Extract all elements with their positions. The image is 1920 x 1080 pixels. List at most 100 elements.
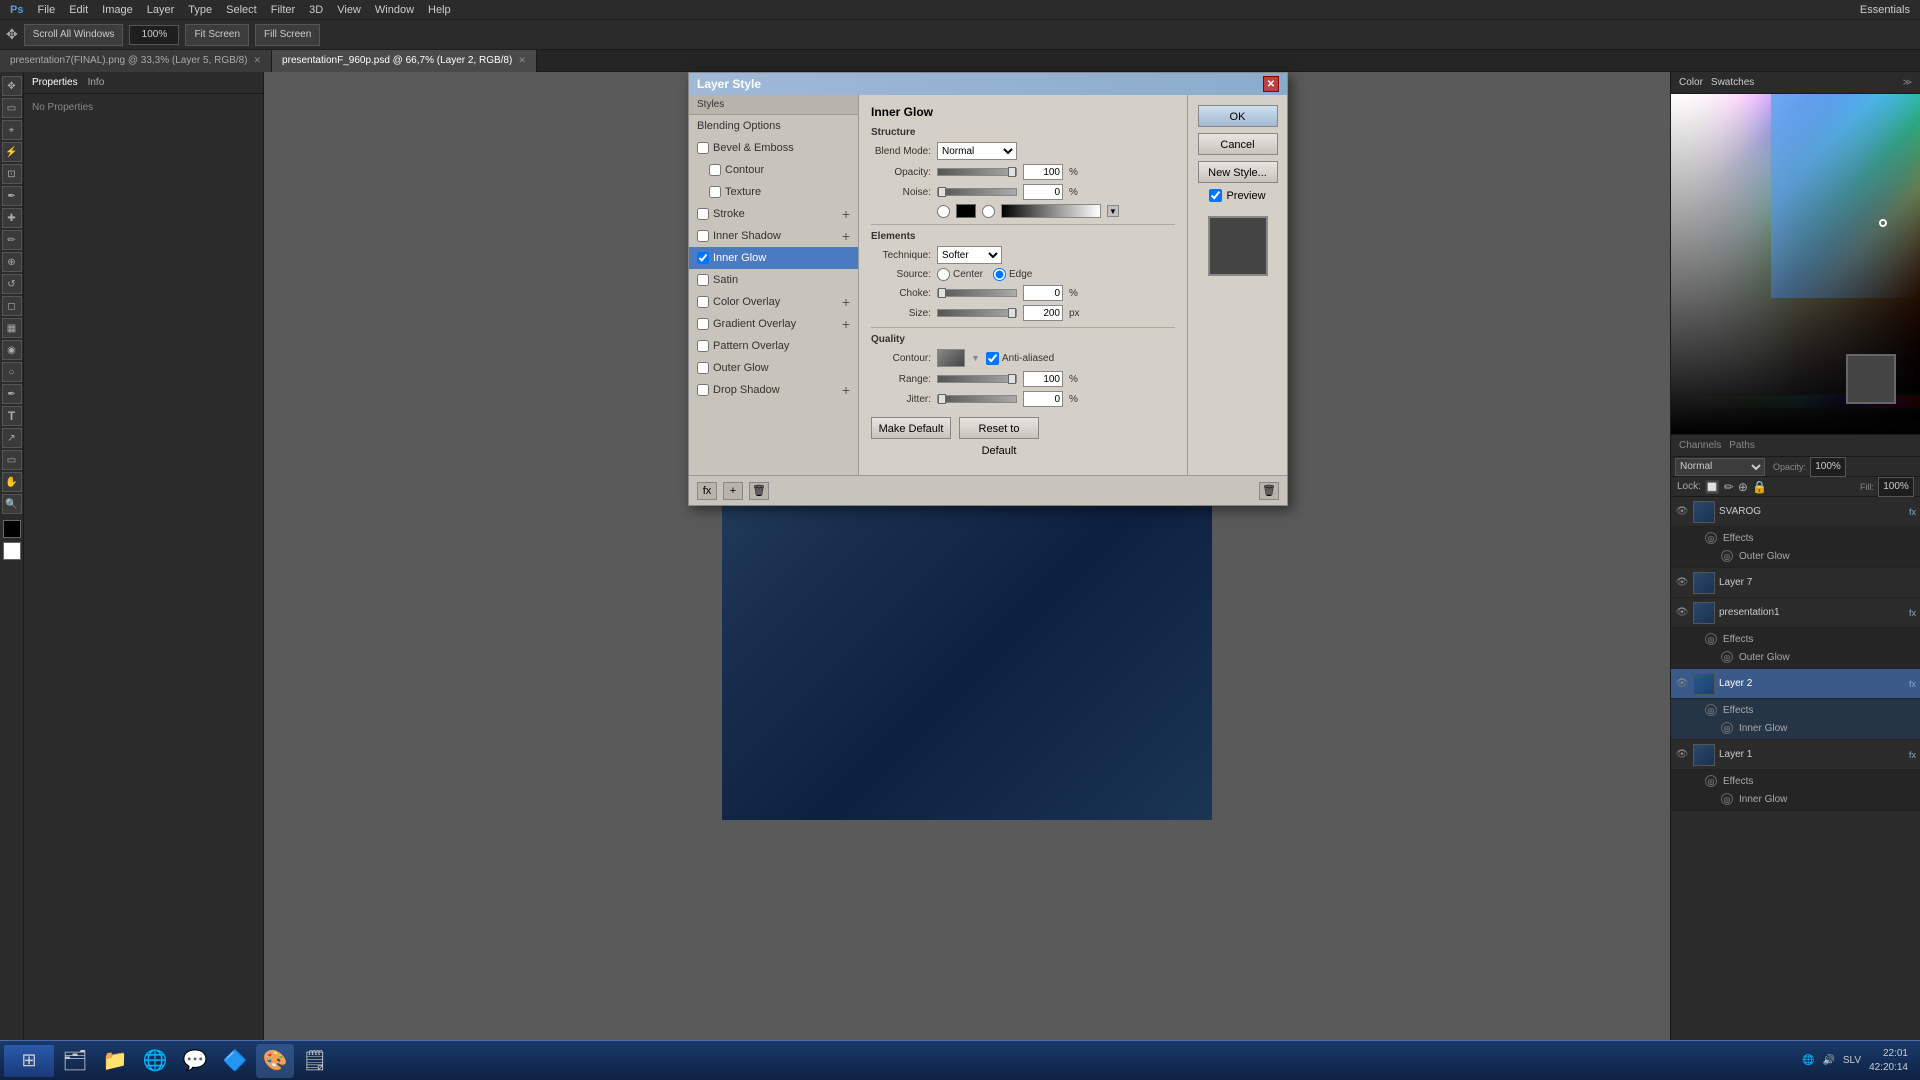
layer-2[interactable]: 👁 Layer 2 fx: [1671, 669, 1920, 699]
layer7-visibility[interactable]: 👁: [1675, 576, 1689, 590]
blend-mode-dropdown[interactable]: Normal: [937, 142, 1017, 160]
svarog-effects-eye[interactable]: ◎: [1705, 532, 1717, 544]
tool-heal[interactable]: ✚: [2, 208, 22, 228]
preview-checkbox[interactable]: [1209, 189, 1222, 202]
tool-eraser[interactable]: ◻: [2, 296, 22, 316]
color-overlay-checkbox[interactable]: [697, 296, 709, 308]
lock-image-icon[interactable]: ✏: [1724, 480, 1734, 494]
menu-filter[interactable]: Filter: [265, 2, 301, 18]
cancel-button[interactable]: Cancel: [1198, 133, 1278, 155]
lock-transparency-icon[interactable]: 🔲: [1705, 480, 1720, 494]
taskbar-app-photoshop[interactable]: 🎨: [256, 1044, 294, 1078]
bevel-emboss-checkbox[interactable]: [697, 142, 709, 154]
collapse-icon[interactable]: ≫: [1903, 77, 1912, 88]
info-tab[interactable]: Info: [88, 77, 105, 88]
layer-style-dialog[interactable]: Layer Style ✕ Styles Blending Options Be…: [688, 72, 1288, 506]
layer2-effects-eye[interactable]: ◎: [1705, 704, 1717, 716]
gradient-overlay-plus[interactable]: +: [842, 316, 850, 332]
layer1-inner-glow-eye[interactable]: ◎: [1721, 793, 1733, 805]
lock-position-icon[interactable]: ⊕: [1738, 480, 1748, 494]
opacity-input[interactable]: 100%: [1810, 457, 1846, 477]
tool-crop[interactable]: ⊡: [2, 164, 22, 184]
lock-all-icon[interactable]: 🔒: [1752, 480, 1767, 494]
jitter-value[interactable]: 0: [1023, 391, 1063, 407]
menu-edit[interactable]: Edit: [63, 2, 94, 18]
tool-zoom[interactable]: 🔍: [2, 494, 22, 514]
outer-glow-checkbox[interactable]: [697, 362, 709, 374]
inner-shadow-checkbox[interactable]: [697, 230, 709, 242]
gradient-radio[interactable]: [982, 205, 995, 218]
stroke-checkbox[interactable]: [697, 208, 709, 220]
stroke-item[interactable]: Stroke +: [689, 203, 858, 225]
menu-select[interactable]: Select: [220, 2, 263, 18]
tool-lasso[interactable]: ⌖: [2, 120, 22, 140]
texture-item[interactable]: Texture: [689, 181, 858, 203]
fill-input[interactable]: 100%: [1878, 477, 1914, 497]
drop-shadow-checkbox[interactable]: [697, 384, 709, 396]
tool-blur[interactable]: ◉: [2, 340, 22, 360]
add-style-icon[interactable]: +: [723, 482, 743, 500]
noise-value[interactable]: 0: [1023, 184, 1063, 200]
ok-button[interactable]: OK: [1198, 105, 1278, 127]
new-style-button[interactable]: New Style...: [1198, 161, 1278, 183]
drop-shadow-item[interactable]: Drop Shadow +: [689, 379, 858, 401]
menu-layer[interactable]: Layer: [141, 2, 181, 18]
contour-preview[interactable]: [937, 349, 965, 367]
inner-glow-item[interactable]: Inner Glow: [689, 247, 858, 269]
inner-glow-checkbox[interactable]: [697, 252, 709, 264]
range-slider[interactable]: [937, 375, 1017, 383]
noise-slider[interactable]: [937, 188, 1017, 196]
tool-hand[interactable]: ✋: [2, 472, 22, 492]
foreground-color[interactable]: [3, 520, 21, 538]
layer2-visibility[interactable]: 👁: [1675, 677, 1689, 691]
pres1-visibility[interactable]: 👁: [1675, 606, 1689, 620]
tool-move[interactable]: ✥: [2, 76, 22, 96]
contour-checkbox[interactable]: [709, 164, 721, 176]
tab-0[interactable]: presentation7(FINAL).png @ 33,3% (Layer …: [0, 50, 272, 72]
svarog-visibility[interactable]: 👁: [1675, 505, 1689, 519]
size-value[interactable]: 200: [1023, 305, 1063, 321]
range-value[interactable]: 100: [1023, 371, 1063, 387]
satin-checkbox[interactable]: [697, 274, 709, 286]
scroll-all-windows-btn[interactable]: Scroll All Windows: [24, 24, 124, 46]
layer-1[interactable]: 👁 Layer 1 fx: [1671, 740, 1920, 770]
edge-radio[interactable]: [993, 268, 1006, 281]
choke-thumb[interactable]: [938, 288, 946, 298]
pattern-overlay-checkbox[interactable]: [697, 340, 709, 352]
edge-label[interactable]: Edge: [993, 268, 1032, 281]
taskbar-app-chrome[interactable]: 🌐: [136, 1044, 174, 1078]
gradient-overlay-item[interactable]: Gradient Overlay +: [689, 313, 858, 335]
technique-dropdown[interactable]: Softer: [937, 246, 1002, 264]
opacity-slider[interactable]: [937, 168, 1017, 176]
tool-wand[interactable]: ⚡: [2, 142, 22, 162]
fit-screen-btn[interactable]: Fit Screen: [185, 24, 249, 46]
size-thumb[interactable]: [1008, 308, 1016, 318]
paths-tab[interactable]: Paths: [1729, 440, 1755, 451]
layer1-visibility[interactable]: 👁: [1675, 748, 1689, 762]
tool-history[interactable]: ↺: [2, 274, 22, 294]
tool-path-select[interactable]: ↗: [2, 428, 22, 448]
menu-window[interactable]: Window: [369, 2, 420, 18]
color-picker-field[interactable]: [1671, 94, 1920, 394]
menu-help[interactable]: Help: [422, 2, 457, 18]
pattern-overlay-item[interactable]: Pattern Overlay: [689, 335, 858, 357]
svarog-outer-glow-eye[interactable]: ◎: [1721, 550, 1733, 562]
tool-type[interactable]: T: [2, 406, 22, 426]
tool-shape[interactable]: ▭: [2, 450, 22, 470]
menu-type[interactable]: Type: [182, 2, 218, 18]
tab-0-close[interactable]: ✕: [254, 55, 262, 66]
choke-value[interactable]: 0: [1023, 285, 1063, 301]
pres1-outer-glow-eye[interactable]: ◎: [1721, 651, 1733, 663]
layer-svarog[interactable]: 👁 SVAROG fx: [1671, 497, 1920, 527]
tool-select-rect[interactable]: ▭: [2, 98, 22, 118]
tool-brush[interactable]: ✏: [2, 230, 22, 250]
inner-shadow-plus[interactable]: +: [842, 228, 850, 244]
bevel-emboss-item[interactable]: Bevel & Emboss: [689, 137, 858, 159]
color-overlay-item[interactable]: Color Overlay +: [689, 291, 858, 313]
noise-thumb[interactable]: [938, 187, 946, 197]
tool-gradient[interactable]: ▦: [2, 318, 22, 338]
tool-dodge[interactable]: ○: [2, 362, 22, 382]
range-thumb[interactable]: [1008, 374, 1016, 384]
size-slider[interactable]: [937, 309, 1017, 317]
solid-color-radio[interactable]: [937, 205, 950, 218]
